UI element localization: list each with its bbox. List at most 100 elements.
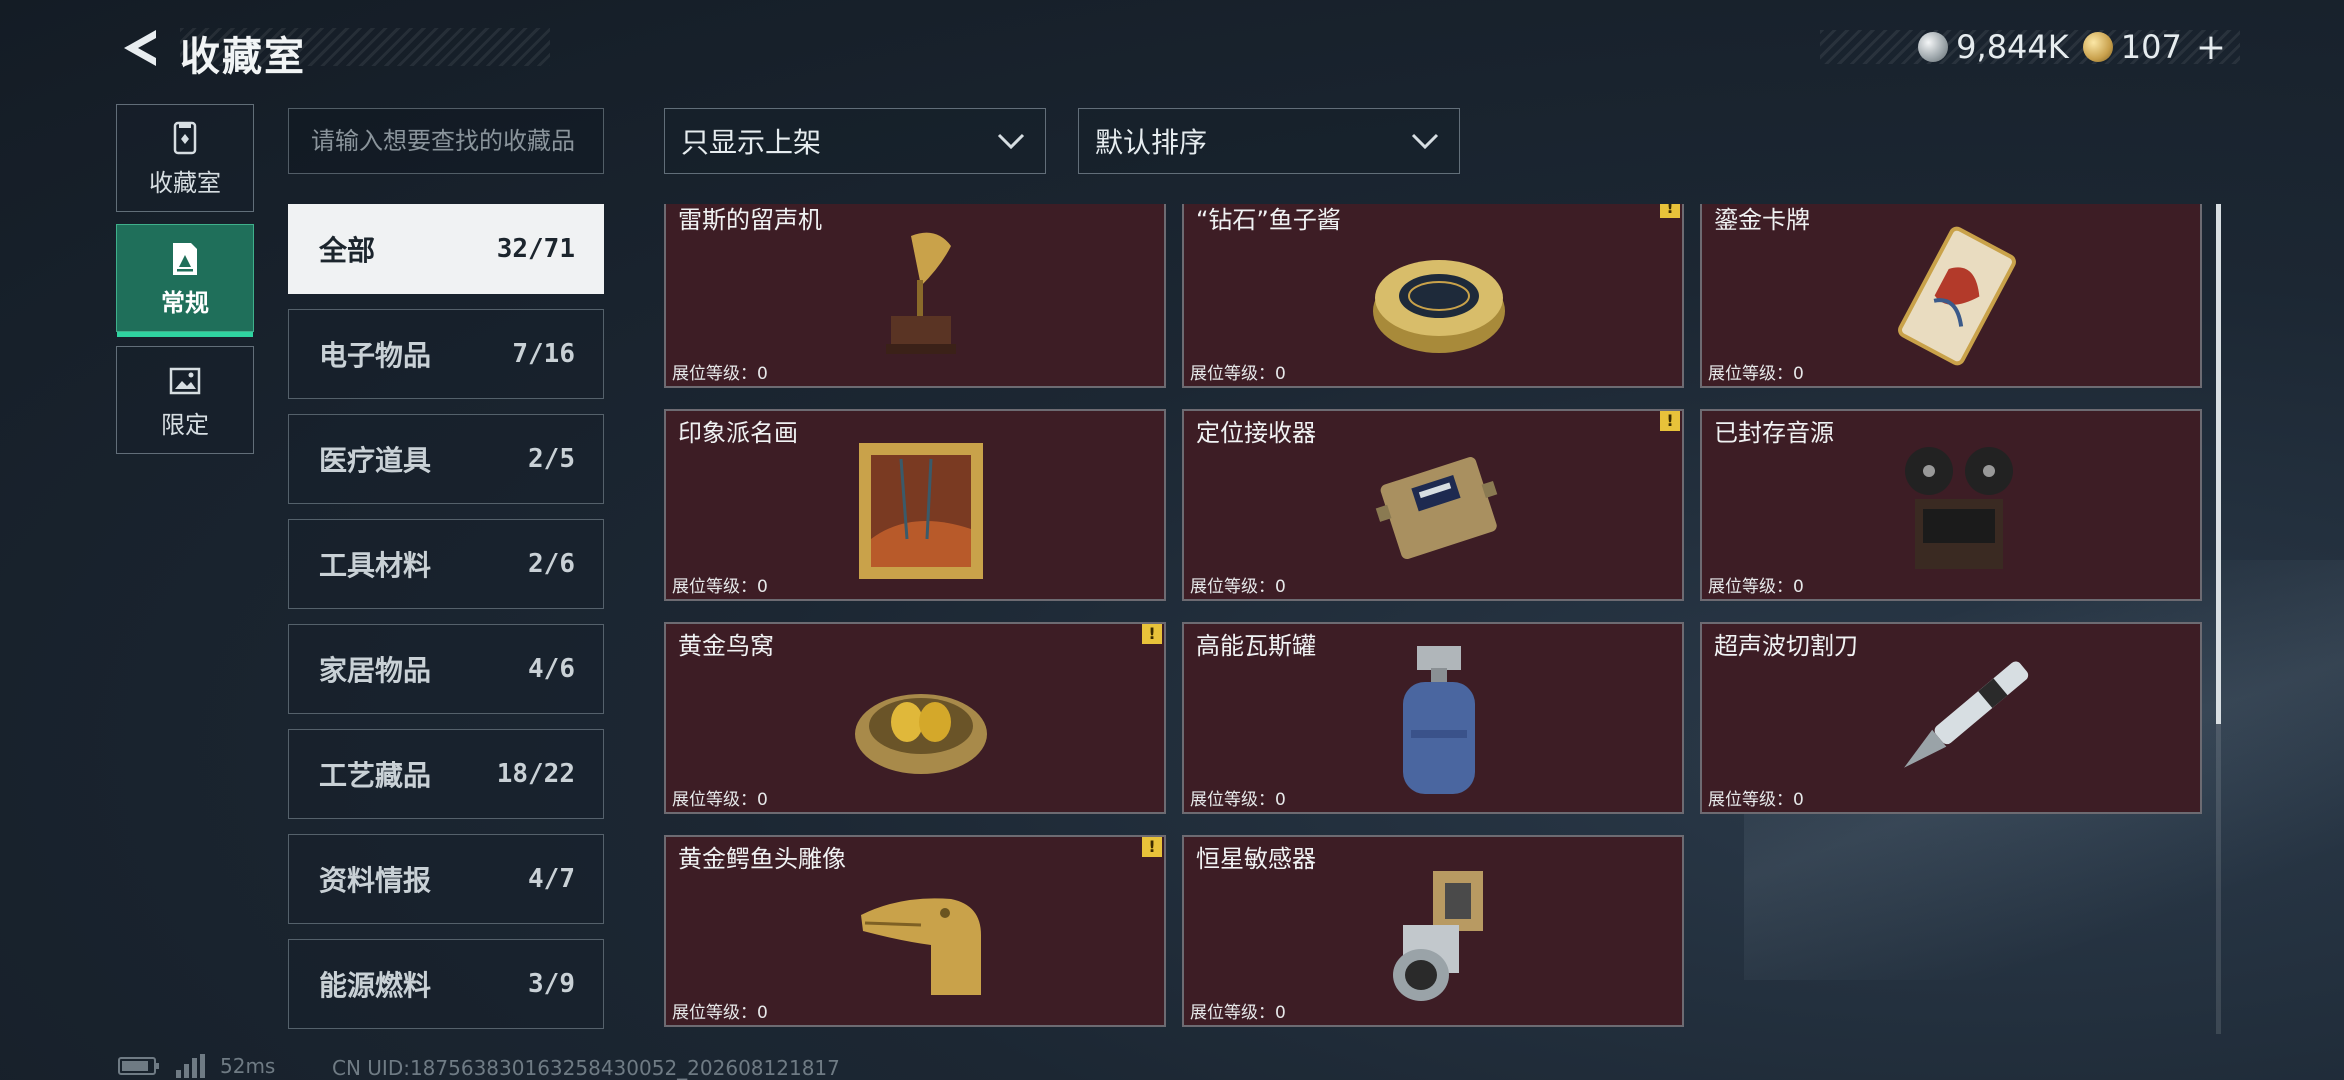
category-name: 工具材料 bbox=[319, 549, 432, 582]
tab-collection-room-label: 收藏室 bbox=[149, 168, 221, 197]
category-crafts[interactable]: 工艺藏品 18/22 bbox=[288, 729, 604, 819]
category-medical[interactable]: 医疗道具 2/5 bbox=[288, 414, 604, 504]
gas-canister-icon bbox=[1403, 646, 1475, 794]
sort-order-dropdown[interactable]: 默认排序 bbox=[1078, 108, 1460, 174]
item-card-croc-statue[interactable]: 黄金鳄鱼头雕像 ! 展位等级：0 bbox=[664, 835, 1166, 1027]
item-card-receiver[interactable]: 定位接收器 ! 展位等级：0 bbox=[1182, 409, 1684, 601]
item-booth-level: 展位等级：0 bbox=[1708, 790, 1804, 810]
category-count: 4/6 bbox=[528, 654, 575, 684]
gold-coin-icon bbox=[2082, 32, 2113, 62]
item-card-gilded-card[interactable]: 鎏金卡牌 展位等级：0 bbox=[1700, 204, 2202, 388]
category-count: 32/71 bbox=[496, 234, 575, 264]
item-name: 黄金鳄鱼头雕像 bbox=[678, 845, 846, 873]
status-bar: 52ms bbox=[118, 1054, 275, 1078]
back-arrow-icon bbox=[124, 30, 156, 66]
category-name: 工艺藏品 bbox=[319, 759, 432, 792]
tab-regular-label: 常规 bbox=[161, 288, 209, 317]
item-name: 高能瓦斯罐 bbox=[1196, 632, 1316, 660]
category-count: 2/5 bbox=[528, 444, 575, 474]
reel-recorder-icon bbox=[1905, 447, 2013, 569]
item-card-gas-canister[interactable]: 高能瓦斯罐 展位等级：0 bbox=[1182, 622, 1684, 814]
category-count: 7/16 bbox=[512, 339, 575, 369]
category-name: 电子物品 bbox=[319, 339, 432, 372]
page-title-banner: 收藏室 bbox=[180, 28, 550, 80]
silver-currency-value: 9,844K bbox=[1956, 28, 2069, 66]
category-count: 2/6 bbox=[528, 549, 575, 579]
category-intel[interactable]: 资料情报 4/7 bbox=[288, 834, 604, 924]
collection-grid[interactable]: 雷斯的留声机 展位等级：0 “钻石”鱼子酱 ! 展位等级：0 鎏金卡牌 展位等级… bbox=[664, 204, 2204, 1034]
page-title: 收藏室 bbox=[180, 34, 306, 80]
receiver-icon bbox=[1375, 457, 1498, 560]
ping-value: 52ms bbox=[220, 1054, 276, 1078]
item-card-painting[interactable]: 印象派名画 展位等级：0 bbox=[664, 409, 1166, 601]
item-card-golden-nest[interactable]: 黄金鸟窝 ! 展位等级：0 bbox=[664, 622, 1166, 814]
category-count: 4/7 bbox=[528, 864, 575, 894]
limited-image-icon bbox=[169, 367, 201, 394]
user-uid: CN UID:18756383016325843005​2_2026081218… bbox=[332, 1056, 840, 1080]
regular-document-icon bbox=[173, 242, 197, 275]
item-name: 鎏金卡牌 bbox=[1714, 206, 1810, 234]
tab-limited[interactable]: 限定 bbox=[116, 346, 254, 454]
item-name: “钻石”鱼子酱 bbox=[1196, 206, 1341, 234]
warning-icon: ! bbox=[1142, 624, 1162, 644]
display-filter-dropdown[interactable]: 只显示上架 bbox=[664, 108, 1046, 174]
item-booth-level: 展位等级：0 bbox=[1190, 1003, 1286, 1023]
chevron-down-icon bbox=[1411, 133, 1439, 150]
signal-icon bbox=[176, 1054, 205, 1078]
warning-icon: ! bbox=[1142, 837, 1162, 857]
category-all[interactable]: 全部 32/71 bbox=[288, 204, 604, 294]
item-card-reel-recorder[interactable]: 已封存音源 展位等级：0 bbox=[1700, 409, 2202, 601]
item-name: 超声波切割刀 bbox=[1714, 632, 1858, 660]
currency-bar: 9,844K 107 + bbox=[1820, 27, 2240, 68]
tab-limited-label: 限定 bbox=[161, 410, 209, 439]
gold-currency: 107 bbox=[2082, 28, 2182, 66]
item-card-ultrasonic-cutter[interactable]: 超声波切割刀 展位等级：0 bbox=[1700, 622, 2202, 814]
grid-scrollbar-thumb[interactable] bbox=[2216, 204, 2221, 724]
item-booth-level: 展位等级：0 bbox=[1190, 790, 1286, 810]
item-booth-level: 展位等级：0 bbox=[672, 1003, 768, 1023]
warning-icon: ! bbox=[1660, 411, 1680, 431]
croc-statue-icon bbox=[861, 898, 981, 995]
item-booth-level: 展位等级：0 bbox=[672, 790, 768, 810]
category-electronics[interactable]: 电子物品 7/16 bbox=[288, 309, 604, 399]
display-filter-value: 只显示上架 bbox=[681, 126, 822, 159]
battery-icon bbox=[118, 1057, 159, 1075]
golden-nest-icon bbox=[855, 694, 987, 774]
category-name: 家居物品 bbox=[319, 654, 432, 687]
item-card-star-sensor[interactable]: 恒星敏感器 展位等级：0 bbox=[1182, 835, 1684, 1027]
warning-icon: ! bbox=[1660, 204, 1680, 218]
item-booth-level: 展位等级：0 bbox=[1190, 577, 1286, 597]
star-sensor-icon bbox=[1393, 871, 1483, 1001]
category-household[interactable]: 家居物品 4/6 bbox=[288, 624, 604, 714]
add-currency-button[interactable]: + bbox=[2196, 27, 2226, 68]
ultrasonic-cutter-icon bbox=[1904, 661, 2029, 768]
gramophone-icon bbox=[886, 232, 956, 354]
caviar-tin-icon bbox=[1373, 260, 1505, 353]
gold-currency-value: 107 bbox=[2120, 28, 2182, 66]
tab-collection-room[interactable]: 收藏室 bbox=[116, 104, 254, 212]
gilded-card-icon bbox=[1898, 226, 2016, 366]
back-button[interactable] bbox=[116, 24, 164, 72]
item-card-caviar[interactable]: “钻石”鱼子酱 ! 展位等级：0 bbox=[1182, 204, 1684, 388]
painting-icon bbox=[859, 443, 983, 579]
collection-search-input[interactable] bbox=[288, 108, 604, 174]
item-card-gramophone[interactable]: 雷斯的留声机 展位等级：0 bbox=[664, 204, 1166, 388]
silver-currency: 9,844K bbox=[1918, 28, 2069, 66]
item-name: 恒星敏感器 bbox=[1196, 845, 1316, 873]
item-name: 黄金鸟窝 bbox=[678, 632, 774, 660]
chevron-down-icon bbox=[997, 133, 1025, 150]
item-booth-level: 展位等级：0 bbox=[1708, 364, 1804, 384]
grid-scrollbar[interactable] bbox=[2216, 204, 2221, 1034]
item-booth-level: 展位等级：0 bbox=[1190, 364, 1286, 384]
category-count: 18/22 bbox=[496, 759, 575, 789]
silver-coin-icon bbox=[1918, 32, 1949, 62]
category-name: 能源燃料 bbox=[319, 969, 432, 1002]
category-name: 资料情报 bbox=[319, 864, 432, 897]
category-tools[interactable]: 工具材料 2/6 bbox=[288, 519, 604, 609]
item-name: 已封存音源 bbox=[1714, 419, 1834, 447]
category-energy[interactable]: 能源燃料 3/9 bbox=[288, 939, 604, 1029]
item-name: 雷斯的留声机 bbox=[678, 206, 822, 234]
item-name: 定位接收器 bbox=[1196, 419, 1316, 447]
item-booth-level: 展位等级：0 bbox=[672, 577, 768, 597]
tab-regular[interactable]: 常规 bbox=[116, 224, 254, 337]
